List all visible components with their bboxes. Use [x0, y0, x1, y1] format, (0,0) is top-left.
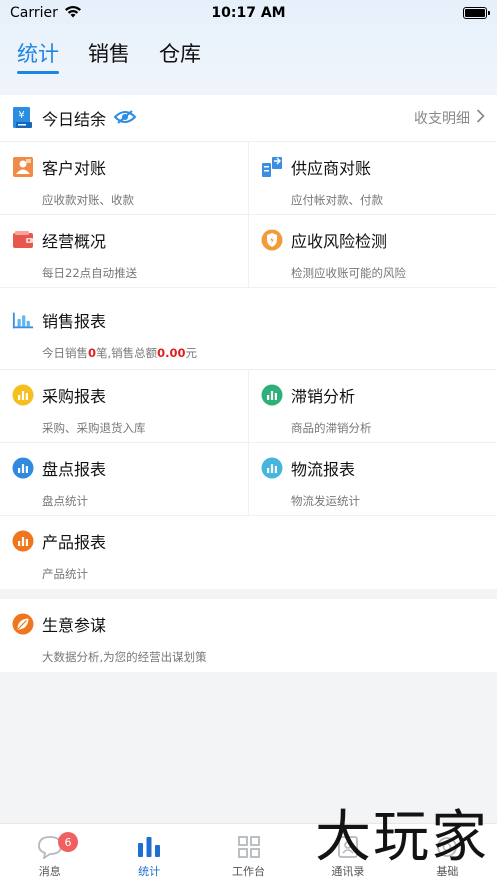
slow-moving-analysis-title: 滞销分析 — [291, 387, 356, 406]
tab-warehouse[interactable]: 仓库 — [159, 38, 201, 74]
sales-report-title: 销售报表 — [42, 312, 107, 331]
grid-row: 产品报表 产品统计 — [0, 516, 497, 589]
tab-stats-label: 统计 — [138, 865, 161, 878]
logistics-report-card[interactable]: 物流报表 物流发运统计 — [248, 443, 497, 515]
product-report-card[interactable]: 产品报表 产品统计 — [0, 516, 497, 589]
sales-sub-mid: 笔,销售总额 — [96, 346, 158, 360]
operations-overview-sub: 每日22点自动推送 — [42, 266, 138, 280]
purchase-chart-icon — [12, 384, 34, 406]
wallet-icon — [12, 229, 34, 251]
operations-overview-card[interactable]: 经营概况 每日22点自动推送 — [0, 215, 248, 287]
grid-icon — [237, 833, 261, 861]
tab-messages-label: 消息 — [38, 865, 61, 878]
sales-count: 0 — [88, 346, 97, 360]
inventory-chart-icon — [12, 457, 34, 479]
product-chart-icon — [12, 530, 34, 552]
receivable-risk-title: 应收风险检测 — [291, 232, 388, 251]
logistics-report-sub: 物流发运统计 — [291, 494, 360, 508]
sales-sub-prefix: 今日销售 — [42, 346, 88, 360]
grid-row: 采购报表 采购、采购退货入库 滞销分析 商品的滞销分析 — [0, 370, 497, 443]
customer-reconciliation-sub: 应收款对账、收款 — [42, 193, 134, 207]
business-advisor-title: 生意参谋 — [42, 616, 107, 635]
inventory-report-title: 盘点报表 — [42, 460, 107, 479]
battery-icon — [463, 7, 490, 19]
inventory-report-sub: 盘点统计 — [42, 494, 88, 508]
supplier-reconciliation-sub: 应付帐对款、付款 — [291, 193, 383, 207]
tab-workbench-label: 工作台 — [232, 865, 266, 878]
customer-icon — [12, 156, 34, 178]
tab-stats[interactable]: 统计 — [99, 824, 198, 883]
top-tabs: 统计 销售 仓库 — [0, 26, 497, 74]
product-report-title: 产品报表 — [42, 533, 107, 552]
today-balance-header[interactable]: ¥ 今日结余 收支明细 — [0, 95, 497, 142]
logistics-report-title: 物流报表 — [291, 460, 356, 479]
slow-moving-chart-icon — [261, 384, 283, 406]
grid-row: 生意参谋 大数据分析,为您的经营出谋划策 — [0, 599, 497, 672]
advisor-section: 生意参谋 大数据分析,为您的经营出谋划策 — [0, 599, 497, 672]
grid-row: 销售报表 今日销售0笔,销售总额0.00元 — [0, 288, 497, 370]
watermark: 大玩家 — [315, 805, 489, 870]
chevron-right-icon — [476, 109, 485, 127]
section-gap — [0, 589, 497, 599]
tab-sales[interactable]: 销售 — [88, 38, 130, 74]
business-advisor-card[interactable]: 生意参谋 大数据分析,为您的经营出谋划策 — [0, 599, 497, 672]
sales-amount: 0.00 — [157, 346, 186, 360]
message-count-badge: 6 — [58, 832, 78, 852]
svg-text:¥: ¥ — [18, 110, 24, 121]
receivable-risk-card[interactable]: 应收风险检测 检测应收账可能的风险 — [248, 215, 497, 287]
grid-row: 客户对账 应收款对账、收款 供应商对账 应付帐对款、付款 — [0, 142, 497, 215]
purchase-report-title: 采购报表 — [42, 387, 107, 406]
shield-icon — [261, 229, 283, 251]
sales-sub-suffix: 元 — [185, 346, 198, 360]
slow-moving-analysis-card[interactable]: 滞销分析 商品的滞销分析 — [248, 370, 497, 442]
supplier-reconciliation-title: 供应商对账 — [291, 159, 372, 178]
status-bar: Carrier 10:17 AM — [0, 0, 497, 26]
header: Carrier 10:17 AM 统计 销售 仓库 — [0, 0, 497, 95]
detail-link-label: 收支明细 — [414, 111, 470, 127]
stats-icon — [135, 833, 163, 861]
purchase-report-card[interactable]: 采购报表 采购、采购退货入库 — [0, 370, 248, 442]
inventory-report-card[interactable]: 盘点报表 盘点统计 — [0, 443, 248, 515]
grid-row: 盘点报表 盘点统计 物流报表 物流发运统计 — [0, 443, 497, 516]
sales-report-sub: 今日销售0笔,销售总额0.00元 — [12, 345, 485, 361]
supplier-icon — [261, 156, 283, 178]
customer-reconciliation-card[interactable]: 客户对账 应收款对账、收款 — [0, 142, 248, 214]
income-expense-detail-link[interactable]: 收支明细 — [414, 108, 485, 128]
grid-row: 经营概况 每日22点自动推送 应收风险检测 检测应收账可能的风险 — [0, 215, 497, 288]
eye-icon[interactable] — [113, 109, 137, 128]
stats-grid: 客户对账 应收款对账、收款 供应商对账 应付帐对款、付款 经营概况 每日22点自… — [0, 142, 497, 589]
product-report-sub: 产品统计 — [42, 567, 88, 581]
leaf-icon — [12, 613, 34, 635]
today-balance-title: 今日结余 — [42, 110, 107, 129]
logistics-chart-icon — [261, 457, 283, 479]
receipt-icon: ¥ — [12, 107, 34, 129]
clock: 10:17 AM — [211, 5, 286, 21]
operations-overview-title: 经营概况 — [42, 232, 107, 251]
tab-statistics[interactable]: 统计 — [17, 38, 59, 74]
customer-reconciliation-title: 客户对账 — [42, 159, 107, 178]
tab-workbench[interactable]: 工作台 — [199, 824, 298, 883]
receivable-risk-sub: 检测应收账可能的风险 — [291, 266, 406, 280]
business-advisor-sub: 大数据分析,为您的经营出谋划策 — [42, 650, 207, 664]
purchase-report-sub: 采购、采购退货入库 — [42, 421, 146, 435]
supplier-reconciliation-card[interactable]: 供应商对账 应付帐对款、付款 — [248, 142, 497, 214]
sales-report-card[interactable]: 销售报表 今日销售0笔,销售总额0.00元 — [0, 288, 497, 369]
slow-moving-analysis-sub: 商品的滞销分析 — [291, 421, 372, 435]
tab-messages[interactable]: 6 消息 — [0, 824, 99, 883]
bar-chart-icon — [12, 309, 34, 331]
